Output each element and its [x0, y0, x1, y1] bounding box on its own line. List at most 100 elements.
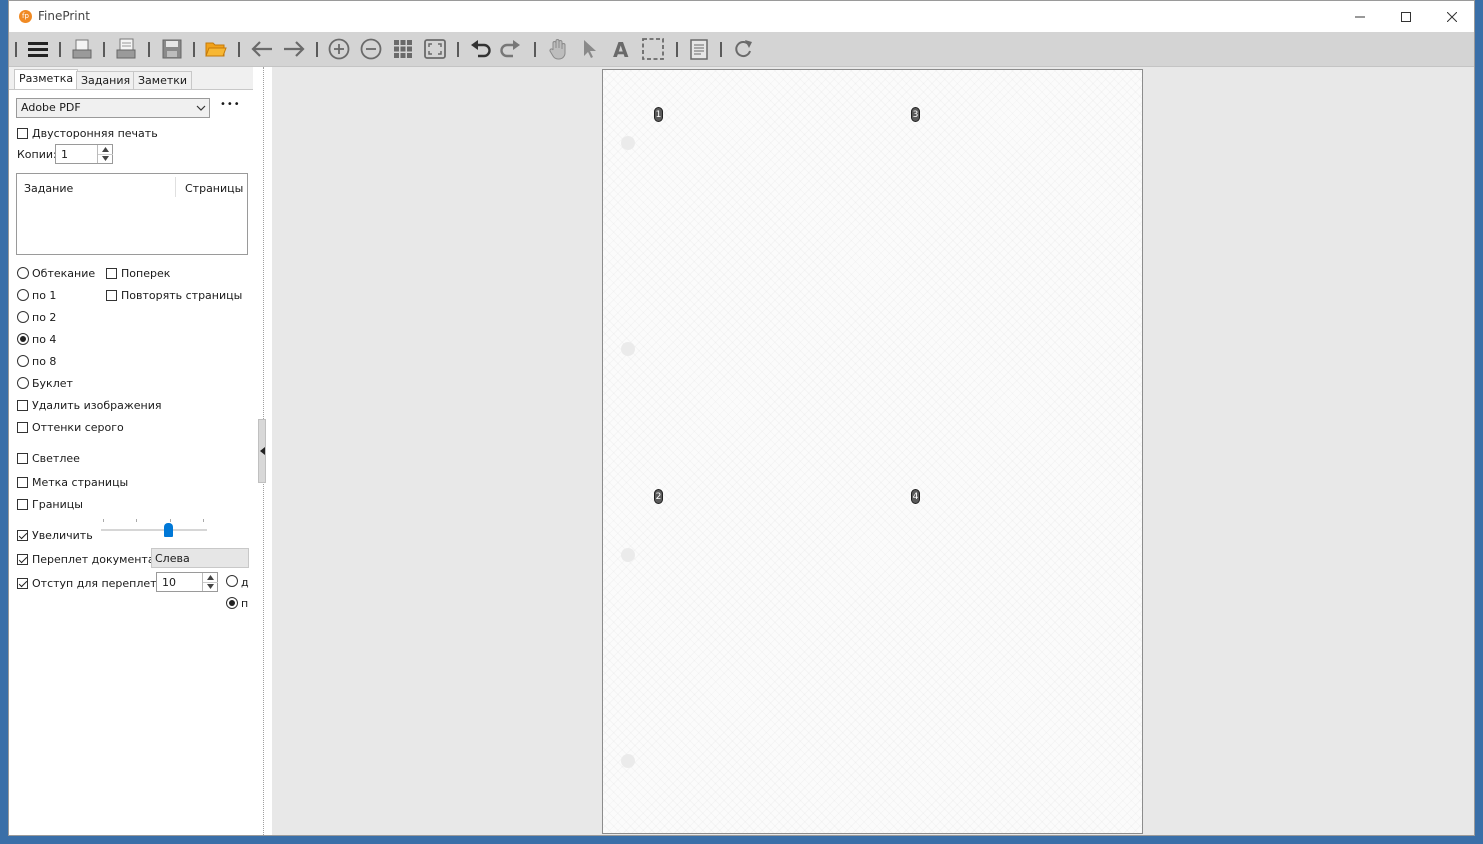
grid-view-icon — [394, 40, 412, 58]
page-preview[interactable]: 1 3 2 4 — [602, 69, 1143, 834]
previous-page-button[interactable] — [250, 37, 274, 61]
layout-radio-8up[interactable] — [17, 355, 29, 367]
print-button[interactable] — [70, 37, 94, 61]
page-label-label: Метка страницы — [32, 476, 129, 489]
page-number-badge: 2 — [654, 489, 663, 504]
layout-label-4up: по 4 — [32, 333, 57, 346]
page-settings-button[interactable] — [687, 37, 711, 61]
menu-button[interactable] — [26, 37, 50, 61]
layout-radio-1up[interactable] — [17, 289, 29, 301]
binding-checkbox[interactable] — [17, 554, 28, 565]
zoom-out-button[interactable] — [359, 37, 383, 61]
preview-area: 1 3 2 4 — [272, 67, 1474, 835]
gutter-checkbox[interactable] — [17, 578, 28, 589]
fineprint-logo-icon: fp — [19, 10, 32, 23]
slider-tick — [103, 519, 104, 522]
column-header-job[interactable]: Задание — [24, 182, 73, 195]
tab-jobs[interactable]: Задания — [76, 71, 136, 90]
enlarge-label: Увеличить — [32, 529, 93, 542]
minimize-button[interactable] — [1337, 1, 1383, 32]
open-folder-icon — [205, 42, 227, 57]
chevron-down-icon — [207, 584, 214, 589]
chevron-up-icon — [207, 575, 214, 580]
grayscale-label: Оттенки серого — [32, 421, 124, 434]
landscape-checkbox[interactable] — [106, 268, 117, 279]
slider-thumb[interactable] — [164, 523, 173, 537]
layout-radio-2up[interactable] — [17, 311, 29, 323]
printer-select[interactable]: Adobe PDF — [16, 98, 210, 118]
print-properties-button[interactable] — [114, 37, 138, 61]
gutter-unit-radio-1[interactable] — [226, 597, 238, 609]
open-button[interactable] — [204, 37, 228, 61]
menu-icon — [28, 42, 48, 57]
layout-label-booklet: Буклет — [32, 377, 73, 390]
grid-view-button[interactable] — [391, 37, 415, 61]
layout-radio-4up[interactable] — [17, 333, 29, 345]
duplex-label: Двусторонняя печать — [32, 127, 158, 140]
fit-page-button[interactable] — [423, 37, 447, 61]
chevron-up-icon — [102, 147, 109, 152]
pan-tool-button[interactable] — [546, 37, 570, 61]
binding-label: Переплет документа — [32, 553, 155, 566]
collapse-panel-handle[interactable] — [258, 419, 266, 483]
chevron-down-icon — [102, 156, 109, 161]
binding-side-value: Слева — [155, 552, 190, 565]
chevron-down-icon — [196, 105, 206, 111]
next-page-button[interactable] — [282, 37, 306, 61]
title-bar: fp FinePrint — [9, 1, 1474, 32]
binding-hole-mark — [621, 754, 635, 768]
copies-decrement[interactable] — [97, 154, 113, 163]
tab-notes[interactable]: Заметки — [133, 71, 193, 90]
save-icon — [162, 39, 182, 59]
page-label-checkbox[interactable] — [17, 477, 28, 488]
remove-images-label: Удалить изображения — [32, 399, 162, 412]
app-window: fp FinePrint A Разметка Задания Заметки … — [8, 0, 1475, 836]
printer-select-value: Adobe PDF — [21, 101, 81, 114]
borders-checkbox[interactable] — [17, 499, 28, 510]
enlarge-checkbox[interactable] — [17, 530, 28, 541]
lighter-checkbox[interactable] — [17, 453, 28, 464]
svg-text:A: A — [613, 39, 629, 59]
print-icon — [72, 39, 92, 59]
gutter-unit-radio-0[interactable] — [226, 575, 238, 587]
refresh-button[interactable] — [731, 37, 755, 61]
layout-radio-booklet[interactable] — [17, 377, 29, 389]
gutter-unit-label-1: п — [241, 597, 249, 610]
enlarge-slider[interactable] — [101, 519, 207, 539]
binding-hole-mark — [621, 342, 635, 356]
gutter-decrement[interactable] — [202, 582, 218, 591]
repeat-pages-checkbox[interactable] — [106, 290, 117, 301]
maximize-button[interactable] — [1383, 1, 1429, 32]
column-header-pages[interactable]: Страницы — [185, 182, 243, 195]
grayscale-checkbox[interactable] — [17, 422, 28, 433]
remove-images-checkbox[interactable] — [17, 400, 28, 411]
fit-page-icon — [424, 39, 446, 59]
forward-arrow-icon — [284, 41, 305, 57]
select-area-icon — [642, 38, 664, 60]
binding-side-select[interactable]: Слева — [151, 548, 249, 568]
zoom-in-button[interactable] — [327, 37, 351, 61]
save-button[interactable] — [160, 37, 184, 61]
back-arrow-icon — [251, 41, 272, 57]
select-area-button[interactable] — [641, 37, 665, 61]
tab-layout[interactable]: Разметка — [14, 69, 79, 91]
more-options-button[interactable]: ••• — [220, 99, 241, 110]
refresh-icon — [735, 40, 752, 58]
slider-tick — [136, 519, 137, 522]
toolbar-separator — [148, 42, 150, 57]
duplex-checkbox[interactable] — [17, 128, 28, 139]
redo-button[interactable] — [498, 37, 522, 61]
gutter-stepper[interactable]: 10 — [156, 572, 218, 592]
text-tool-button[interactable]: A — [609, 37, 633, 61]
layout-label-1up: по 1 — [32, 289, 57, 302]
layout-radio-wrap[interactable] — [17, 267, 29, 279]
window-title: FinePrint — [38, 9, 90, 23]
jobs-table[interactable]: Задание Страницы — [16, 173, 248, 255]
undo-button[interactable] — [469, 37, 493, 61]
copies-stepper[interactable]: 1 — [55, 144, 113, 164]
zoom-in-icon — [328, 38, 350, 60]
close-button[interactable] — [1429, 1, 1474, 32]
pointer-tool-button[interactable] — [578, 37, 602, 61]
layout-label-wrap: Обтекание — [32, 267, 96, 280]
slider-tick — [203, 519, 204, 522]
